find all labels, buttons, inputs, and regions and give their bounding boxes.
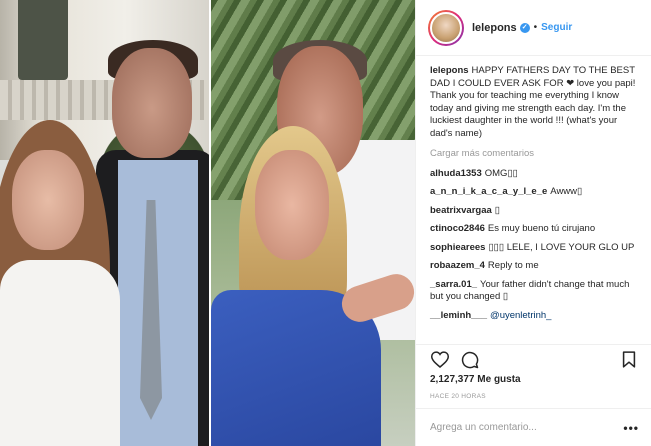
- comment-username[interactable]: beatrixvargaa: [430, 205, 492, 216]
- comment-text: ▯: [494, 204, 501, 216]
- comment-item: robaazem_4 Reply to me: [430, 260, 639, 273]
- comment-item: alhuda1353 OMG▯▯: [430, 168, 639, 181]
- comment-username[interactable]: sophiearees: [430, 242, 485, 253]
- add-comment-section: •••: [416, 408, 651, 446]
- post-sidebar: lelepons ✓ • Seguir lelepons HAPPY FATHER…: [416, 0, 651, 446]
- comment-text: Reply to me: [487, 260, 539, 271]
- more-options-icon[interactable]: •••: [623, 421, 639, 435]
- caption-text: HAPPY FATHERS DAY TO THE BEST DAD I COUL…: [430, 65, 636, 139]
- caption: lelepons HAPPY FATHERS DAY TO THE BEST DA…: [430, 65, 639, 140]
- post-timestamp: HACE 20 HORAS: [430, 393, 486, 400]
- comment-text: ▯▯▯ LELE, I LOVE YOUR GLO UP: [488, 241, 635, 253]
- post-header: lelepons ✓ • Seguir: [416, 0, 651, 56]
- comment-text: Awww▯: [550, 186, 583, 197]
- comment-text: Es muy bueno tú cirujano: [487, 223, 596, 234]
- comment-username[interactable]: __leminh___: [430, 310, 487, 321]
- comment-text: OMG▯▯: [484, 167, 518, 179]
- likes-count[interactable]: 2,127,377 Me gusta: [430, 374, 521, 385]
- comment-item: ctinoco2846 Es muy bueno tú cirujano: [430, 223, 639, 236]
- avatar[interactable]: [428, 9, 464, 46]
- comment-item: beatrixvargaa ▯: [430, 205, 639, 218]
- comment-mention-link[interactable]: @uyenletrinh_: [490, 310, 551, 321]
- comment-item: a_n_n_i_k_a_c_a_y_l_e_e Awww▯: [430, 186, 639, 199]
- speech-bubble-icon[interactable]: [460, 350, 480, 370]
- username-link[interactable]: lelepons: [472, 22, 517, 34]
- comment-item: sophiearees ▯▯▯ LELE, I LOVE YOUR GLO UP: [430, 242, 639, 255]
- comment-item: __leminh___ @uyenletrinh_: [430, 310, 639, 323]
- comment-username[interactable]: ctinoco2846: [430, 223, 485, 234]
- comment-username[interactable]: alhuda1353: [430, 168, 482, 179]
- post-image[interactable]: [0, 0, 415, 446]
- load-more-comments-button[interactable]: Cargar más comentarios: [430, 148, 639, 161]
- bookmark-icon[interactable]: [619, 350, 639, 370]
- add-comment-input[interactable]: [430, 422, 620, 433]
- caption-username[interactable]: lelepons: [430, 65, 469, 76]
- comments-list[interactable]: lelepons HAPPY FATHERS DAY TO THE BEST DA…: [416, 56, 651, 344]
- comment-item: _sarra.01_ Your father didn't change that…: [430, 279, 639, 304]
- right-photo: [211, 0, 415, 446]
- comment-username[interactable]: a_n_n_i_k_a_c_a_y_l_e_e: [430, 186, 547, 197]
- comment-username[interactable]: robaazem_4: [430, 260, 485, 271]
- post-actions-bar: [416, 344, 651, 374]
- verified-badge-icon: ✓: [519, 22, 530, 33]
- left-photo: [0, 0, 209, 446]
- separator-dot: •: [533, 22, 538, 33]
- comment-username[interactable]: _sarra.01_: [430, 279, 477, 290]
- follow-button[interactable]: Seguir: [541, 22, 572, 33]
- heart-icon[interactable]: [430, 350, 450, 370]
